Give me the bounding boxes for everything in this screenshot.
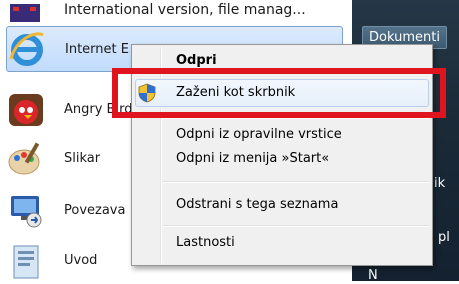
menu-item-remove-from-list[interactable]: Odstrani s tega seznama <box>176 197 338 212</box>
right-pane-item-partial[interactable]: ik <box>434 176 445 191</box>
paint-icon <box>6 138 46 178</box>
menu-separator <box>162 225 429 227</box>
getting-started-icon <box>6 240 46 280</box>
program-label: Uvod <box>64 252 98 268</box>
program-label: Internet E <box>65 41 129 57</box>
program-label: Povezava <box>64 202 126 218</box>
program-international-version[interactable]: International version, file manag... <box>6 0 346 26</box>
highlight-annotation-box <box>112 68 446 118</box>
menu-item-unpin-taskbar[interactable]: Odpni iz opravilne vrstice <box>176 127 342 142</box>
internet-explorer-icon <box>7 29 47 69</box>
menu-item-properties[interactable]: Lastnosti <box>176 235 235 250</box>
menu-item-open[interactable]: Odpri <box>176 53 217 68</box>
file-manager-icon <box>6 0 46 24</box>
remote-desktop-icon <box>6 190 46 230</box>
program-label: International version, file manag... <box>64 2 306 18</box>
program-label: Slikar <box>64 150 101 166</box>
menu-separator <box>162 181 429 183</box>
menu-item-unpin-start[interactable]: Odpni iz menija »Start« <box>176 151 329 166</box>
angry-birds-icon <box>6 89 46 129</box>
right-pane-item-partial[interactable]: pl <box>438 230 450 245</box>
